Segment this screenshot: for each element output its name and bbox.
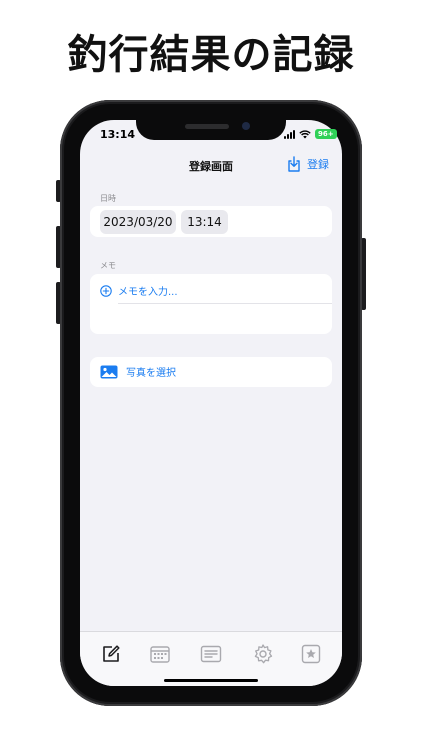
calendar-icon xyxy=(150,646,170,663)
speaker xyxy=(185,124,229,129)
download-tray-icon xyxy=(288,156,300,172)
datetime-section-label: 日時 xyxy=(100,194,116,203)
star-icon xyxy=(301,644,321,664)
edit-icon xyxy=(103,645,120,662)
gear-icon xyxy=(254,644,273,664)
date-picker[interactable]: 2023/03/20 xyxy=(100,210,176,234)
tab-favorites[interactable] xyxy=(300,643,322,665)
headline: 釣行結果の記録 xyxy=(67,32,355,78)
plus-circle-icon xyxy=(100,284,112,297)
register-button-label: 登録 xyxy=(307,158,329,171)
wifi-icon xyxy=(299,129,311,138)
memo-section-label: メモ xyxy=(100,261,116,270)
signal-icon xyxy=(284,129,295,139)
tab-calendar[interactable] xyxy=(149,643,171,665)
select-photo-label: 写真を選択 xyxy=(126,368,176,379)
status-time: 13:14 xyxy=(100,128,136,141)
list-icon xyxy=(200,645,222,663)
front-camera xyxy=(242,122,250,130)
memo-placeholder: メモを入力... xyxy=(118,287,178,298)
tab-edit[interactable] xyxy=(100,643,122,665)
add-memo-button[interactable]: メモを入力... xyxy=(100,283,178,298)
tab-settings[interactable] xyxy=(252,643,274,665)
status-icons: 96+ xyxy=(284,128,337,140)
notch xyxy=(136,118,286,140)
memo-divider xyxy=(118,303,332,304)
photo-icon xyxy=(100,365,118,378)
select-photo-button[interactable]: 写真を選択 xyxy=(100,364,176,379)
tab-list[interactable] xyxy=(200,643,222,665)
screen xyxy=(80,120,342,686)
register-button[interactable]: 登録 xyxy=(287,156,329,172)
home-indicator xyxy=(164,679,258,682)
time-picker[interactable]: 13:14 xyxy=(181,210,228,234)
battery-icon: 96+ xyxy=(315,129,337,139)
